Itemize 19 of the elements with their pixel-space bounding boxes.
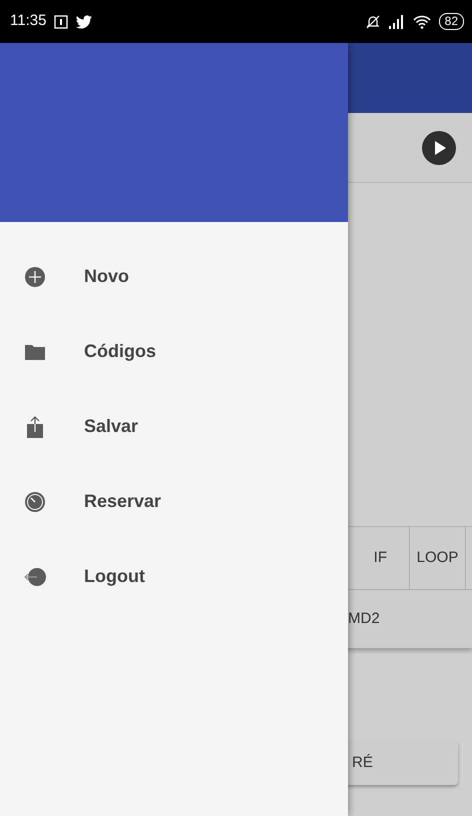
bird-icon [76,14,92,28]
menu-item[interactable]: Códigos [0,314,348,389]
menu-item[interactable]: Salvar [0,389,348,464]
status-time: 11:35 [10,11,46,32]
logout-icon [24,566,46,588]
timer-icon [24,490,46,512]
menu-item[interactable]: Logout [0,539,348,614]
play-button[interactable] [422,130,456,164]
signal-icon [388,14,405,28]
block-tab[interactable]: LOOP [410,527,466,589]
play-icon [422,130,456,164]
menu-item[interactable]: Novo [0,239,348,314]
menu-item[interactable]: Reservar [0,464,348,539]
row-label: MD2 [348,608,380,629]
battery-level: 82 [438,13,464,30]
add-icon [24,266,46,288]
upload-icon [24,416,46,438]
wifi-icon [412,14,431,28]
muted-bell-icon [364,14,381,30]
